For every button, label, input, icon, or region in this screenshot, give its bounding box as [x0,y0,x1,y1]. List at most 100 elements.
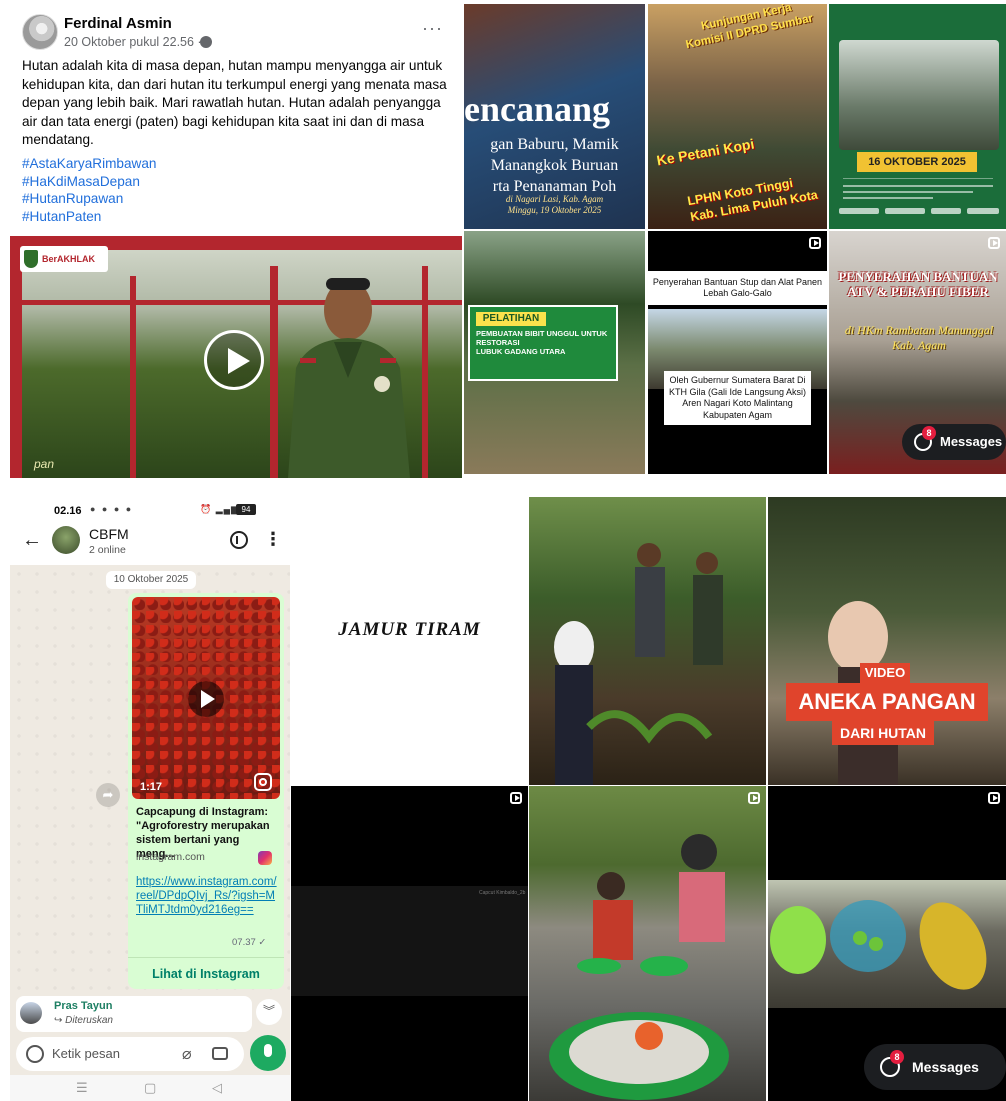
banner-subtitle: PEMBUATAN BIBIT UNGGUL UNTUK RESTORASI L… [476,329,614,356]
event-photo [839,40,999,150]
reels-icon [988,792,1000,804]
reel-title: ANEKA PANGAN [786,683,988,721]
reel-caption: Ke Petani Kopi [655,135,756,169]
riverside-meal-photo [549,834,729,1100]
reels-icon [748,792,760,804]
reel-duration: 1:17 [140,781,163,793]
date-chip: 10 Oktober 2025 [106,571,196,589]
hashtag-link[interactable]: #HaKdiMasaDepan [22,173,157,191]
reel-tile[interactable]: JAMUR TIRAM [291,497,528,785]
link-url[interactable]: https://www.instagram.com/reel/DPdpQIvj_… [136,875,278,917]
reel-tile[interactable]: PELATIHAN PEMBUATAN BIBIT UNGGUL UNTUK R… [464,231,645,474]
hashtag-list: #AstaKaryaRimbawan #HaKdiMasaDepan #Huta… [22,155,157,225]
mic-button[interactable] [250,1035,286,1071]
sender-avatar [20,1002,42,1024]
back-icon[interactable]: ◁ [212,1080,222,1096]
banner-subtitle-line: PEMBUATAN BIBIT UNGGUL UNTUK RESTORASI [476,329,608,347]
shield-icon [24,250,38,268]
instagram-icon [258,851,272,865]
voice-chat-icon[interactable] [230,531,248,549]
camera-icon[interactable] [212,1047,228,1060]
reel-tile[interactable] [529,497,766,785]
messages-label: Messages [912,1059,979,1075]
chat-status: 2 online [89,544,126,556]
reel-thumbnail[interactable]: 1:17 [132,597,280,799]
forwarded-message[interactable]: Pras Tayun ↪ Diteruskan [16,996,252,1032]
group-avatar[interactable] [52,526,80,554]
reel-date: Minggu, 19 Oktober 2025 [507,205,602,215]
facebook-post: Ferdinal Asmin 20 Oktober pukul 22.56 · … [10,4,462,478]
reel-tile[interactable]: VIDEO ANEKA PANGAN DARI HUTAN [768,497,1006,785]
reel-location: LPHN Koto Tinggi Kab. Lima Puluh Kota [686,171,819,225]
signal-icons: ⏰ ▂▄▆ [200,504,239,514]
messages-button[interactable]: 8 Messages [902,424,1006,460]
instagram-icon [254,773,272,791]
author-avatar[interactable] [22,14,58,50]
message-time: 07.37 ✓ [232,937,267,948]
reel-caption-top: Penyerahan Bantuan Stup dan Alat Panen L… [648,271,827,305]
reel-tile[interactable]: Penyerahan Bantuan Stup dan Alat Panen L… [648,231,827,474]
handle [885,208,925,214]
reel-subtitle: DARI HUTAN [832,721,934,745]
more-options-icon[interactable]: ··· [422,18,443,39]
reel-caption: gan Baburu, Mamik Manangkok Buruan rta P… [464,134,645,197]
status-time: 02.16 [54,505,82,517]
recents-icon[interactable]: ☰ [76,1080,88,1096]
link-domain: instagram.com [136,851,205,863]
whatsapp-screen: 02.16 ● ● ● ● ⏰ ▂▄▆ 94 ← CBFM 2 online ⋮… [10,497,290,1101]
officer-figure [288,278,410,478]
globe-icon [200,36,212,48]
greenhouse-frame [270,266,278,478]
message-input[interactable]: Ketik pesan ⌀ [16,1037,244,1071]
post-date[interactable]: 20 Oktober pukul 22.56 · [64,35,202,49]
banner-subtitle-line: LUBUK GADANG UTARA [476,347,566,356]
forwarded-label: ↪ Diteruskan [54,1015,113,1026]
unread-badge: 8 [890,1050,904,1064]
banner-title: PELATIHAN [476,312,546,326]
berakhlak-logo: BerAKHLAK [20,246,108,272]
reel-title: JAMUR TIRAM [338,619,481,640]
event-date: 16 OKTOBER 2025 [857,152,977,172]
video-watermark: pan [34,457,55,471]
reel-tile[interactable]: Kunjungan Kerja Komisi II DPRD Sumbar Ke… [648,4,827,229]
message-bubble[interactable]: 1:17 Capcapung di Instagram: "Agroforest… [128,593,284,989]
forward-icon[interactable]: ➦ [96,783,120,807]
attach-icon[interactable]: ⌀ [182,1044,192,1064]
menu-icon[interactable]: ⋮ [264,529,282,550]
status-bar: 02.16 ● ● ● ● ⏰ ▂▄▆ 94 [10,497,290,519]
social-handles [829,208,1006,220]
home-icon[interactable]: ▢ [144,1080,156,1096]
post-video[interactable]: BerAKHLAK pan [10,236,462,478]
forest-people-photo [554,543,723,785]
training-banner: PELATIHAN PEMBUATAN BIBIT UNGGUL UNTUK R… [468,305,618,381]
reel-tile[interactable]: encanang gan Baburu, Mamik Manangkok Bur… [464,4,645,229]
reel-caption-line: gan Baburu, Mamik [490,136,619,153]
play-button[interactable] [204,330,264,390]
video-label: VIDEO [860,663,910,683]
reels-icon [809,237,821,249]
android-nav-bar: ☰ ▢ ◁ [10,1075,290,1101]
scroll-down-icon[interactable]: ︾ [256,999,282,1025]
notification-icons: ● ● ● ● [90,504,134,514]
hashtag-link[interactable]: #HutanRupawan [22,190,157,208]
greenhouse-frame [422,266,428,478]
play-button[interactable] [188,681,224,717]
open-instagram-button[interactable]: Lihat di Instagram [128,957,284,989]
reel-location: di Nagari Lasi, Kab. Agam [505,194,604,204]
unread-badge: 8 [922,426,936,440]
emoji-icon[interactable] [26,1045,44,1063]
reel-caption-bottom: Oleh Gubernur Sumatera Barat Di KTH Gila… [664,371,811,425]
battery-icon: 94 [236,504,256,515]
hashtag-link[interactable]: #HutanPaten [22,208,157,226]
back-arrow-icon[interactable]: ← [22,529,42,552]
sender-name: Pras Tayun [54,1000,113,1012]
chat-name[interactable]: CBFM [89,526,129,542]
hashtag-link[interactable]: #AstaKaryaRimbawan [22,155,157,173]
reel-tile[interactable]: 16 OKTOBER 2025 [829,4,1006,229]
author-name[interactable]: Ferdinal Asmin [64,15,172,32]
reels-icon [510,792,522,804]
produce-illustration [770,900,987,990]
reel-tile[interactable]: Capcut Kimbaldo_2b [291,786,528,1101]
messages-button[interactable]: 8 Messages [864,1044,1006,1090]
reel-tile[interactable] [529,786,766,1101]
